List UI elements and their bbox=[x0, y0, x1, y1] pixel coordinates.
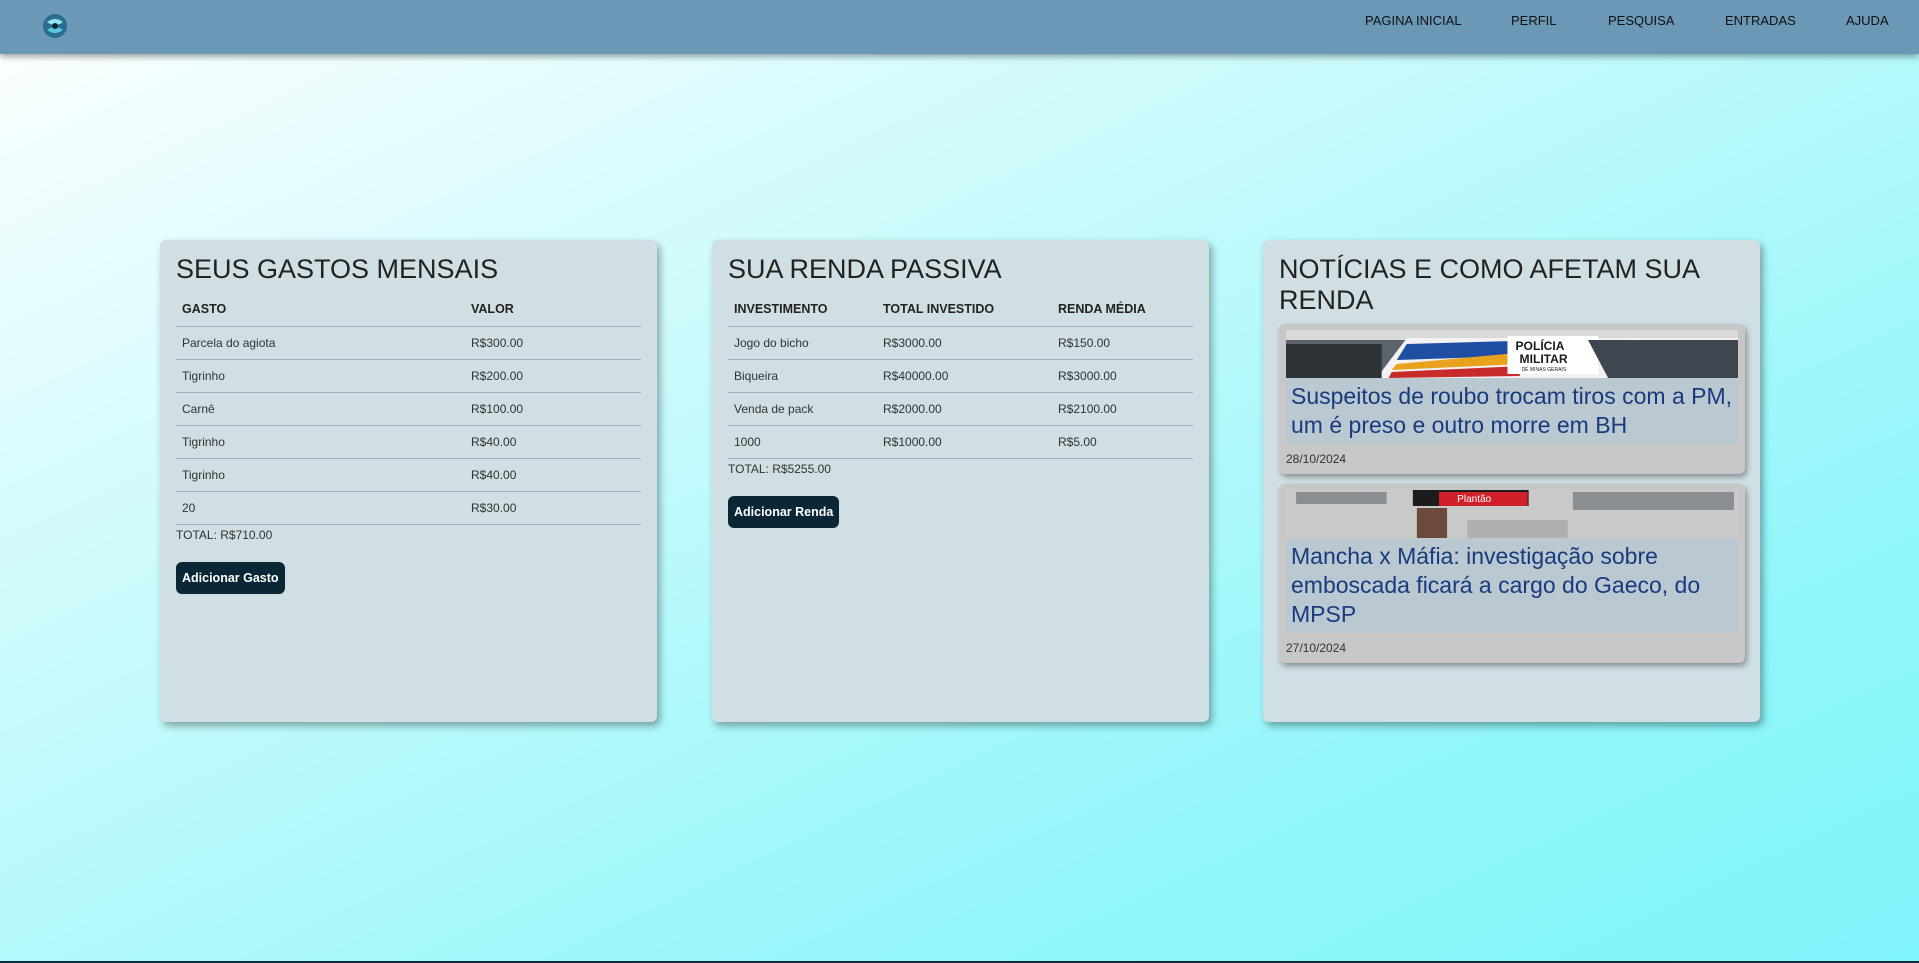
cell-gasto: Tigrinho bbox=[176, 425, 465, 459]
nav-pagina-inicial[interactable]: PAGINA INICIAL bbox=[1365, 13, 1462, 28]
cell-gasto: Tigrinho bbox=[176, 359, 465, 393]
nav-pesquisa[interactable]: PESQUISA bbox=[1608, 13, 1674, 28]
header-total-investido: TOTAL INVESTIDO bbox=[877, 293, 1052, 327]
cell-valor: R$30.00 bbox=[465, 491, 641, 525]
cell-total-investido: R$40000.00 bbox=[877, 359, 1052, 393]
income-table: INVESTIMENTO TOTAL INVESTIDO RENDA MÉDIA… bbox=[728, 293, 1193, 459]
police-text-3: DE MINAS GERAIS bbox=[1522, 367, 1567, 373]
cell-total-investido: R$3000.00 bbox=[877, 326, 1052, 360]
news-headline-link[interactable]: Mancha x Máfia: investigação sobre embos… bbox=[1286, 538, 1738, 633]
table-row: Tigrinho R$200.00 bbox=[176, 359, 641, 393]
expenses-card: SEUS GASTOS MENSAIS GASTO VALOR Parcela … bbox=[160, 240, 657, 722]
table-row: Jogo do bicho R$3000.00 R$150.00 bbox=[728, 326, 1193, 360]
table-row: Tigrinho R$40.00 bbox=[176, 425, 641, 459]
table-row: Venda de pack R$2000.00 R$2100.00 bbox=[728, 392, 1193, 426]
cell-investimento: Jogo do bicho bbox=[728, 326, 877, 360]
table-row: 20 R$30.00 bbox=[176, 491, 641, 525]
cell-valor: R$200.00 bbox=[465, 359, 641, 393]
police-text-2: MILITAR bbox=[1520, 352, 1568, 366]
nav-perfil[interactable]: PERFIL bbox=[1511, 13, 1557, 28]
add-expense-button[interactable]: Adicionar Gasto bbox=[176, 561, 285, 594]
news-card: NOTÍCIAS E COMO AFETAM SUA RENDA POLÍCIA… bbox=[1263, 240, 1760, 722]
cell-valor: R$40.00 bbox=[465, 425, 641, 459]
expenses-total: TOTAL: R$710.00 bbox=[176, 527, 273, 542]
plantao-text: Plantão bbox=[1457, 494, 1492, 505]
cell-valor: R$100.00 bbox=[465, 392, 641, 426]
header-gasto: GASTO bbox=[176, 293, 465, 327]
cell-gasto: Carnê bbox=[176, 392, 465, 426]
cell-investimento: Biqueira bbox=[728, 359, 877, 393]
income-card: SUA RENDA PASSIVA INVESTIMENTO TOTAL INV… bbox=[712, 240, 1209, 722]
cell-renda-media: R$5.00 bbox=[1052, 425, 1193, 459]
cell-renda-media: R$3000.00 bbox=[1052, 359, 1193, 393]
header-investimento: INVESTIMENTO bbox=[728, 293, 877, 327]
nav-entradas[interactable]: ENTRADAS bbox=[1725, 13, 1796, 28]
cell-investimento: 1000 bbox=[728, 425, 877, 459]
table-header-row: GASTO VALOR bbox=[176, 293, 641, 327]
cell-valor: R$40.00 bbox=[465, 458, 641, 492]
table-row: Parcela do agiota R$300.00 bbox=[176, 326, 641, 360]
news-title: NOTÍCIAS E COMO AFETAM SUA RENDA bbox=[1279, 254, 1699, 315]
top-navbar: PAGINA INICIAL PERFIL PESQUISA ENTRADAS … bbox=[0, 0, 1919, 54]
nav-ajuda[interactable]: AJUDA bbox=[1846, 13, 1889, 28]
news-image-police: POLÍCIA MILITAR DE MINAS GERAIS 190 bbox=[1286, 330, 1738, 378]
expenses-table: GASTO VALOR Parcela do agiota R$300.00 Ti… bbox=[176, 293, 641, 525]
table-row: Tigrinho R$40.00 bbox=[176, 458, 641, 492]
cell-gasto: 20 bbox=[176, 491, 465, 525]
news-item[interactable]: Plantão Mancha x Máfia: investigação sob… bbox=[1279, 484, 1745, 663]
income-total: TOTAL: R$5255.00 bbox=[728, 461, 831, 476]
news-image-plantao: Plantão bbox=[1286, 490, 1738, 538]
cell-renda-media: R$2100.00 bbox=[1052, 392, 1193, 426]
table-header-row: INVESTIMENTO TOTAL INVESTIDO RENDA MÉDIA bbox=[728, 293, 1193, 327]
expenses-title: SEUS GASTOS MENSAIS bbox=[176, 254, 499, 284]
table-row: Biqueira R$40000.00 R$3000.00 bbox=[728, 359, 1193, 393]
news-date: 27/10/2024 bbox=[1286, 641, 1347, 655]
cell-total-investido: R$2000.00 bbox=[877, 392, 1052, 426]
cell-gasto: Parcela do agiota bbox=[176, 326, 465, 360]
header-renda-media: RENDA MÉDIA bbox=[1052, 293, 1193, 327]
table-row: Carnê R$100.00 bbox=[176, 392, 641, 426]
cell-total-investido: R$1000.00 bbox=[877, 425, 1052, 459]
table-row: 1000 R$1000.00 R$5.00 bbox=[728, 425, 1193, 459]
header-valor: VALOR bbox=[465, 293, 641, 327]
news-item[interactable]: POLÍCIA MILITAR DE MINAS GERAIS 190 Susp… bbox=[1279, 324, 1745, 474]
cell-gasto: Tigrinho bbox=[176, 458, 465, 492]
add-income-button[interactable]: Adicionar Renda bbox=[728, 495, 840, 528]
police-text-1: POLÍCIA bbox=[1516, 338, 1565, 353]
news-date: 28/10/2024 bbox=[1286, 452, 1347, 466]
cell-investimento: Venda de pack bbox=[728, 392, 877, 426]
income-title: SUA RENDA PASSIVA bbox=[728, 254, 1002, 284]
cell-renda-media: R$150.00 bbox=[1052, 326, 1193, 360]
swirl-logo-icon[interactable] bbox=[41, 12, 69, 40]
news-headline-link[interactable]: Suspeitos de roubo trocam tiros com a PM… bbox=[1286, 378, 1738, 444]
cell-valor: R$300.00 bbox=[465, 326, 641, 360]
